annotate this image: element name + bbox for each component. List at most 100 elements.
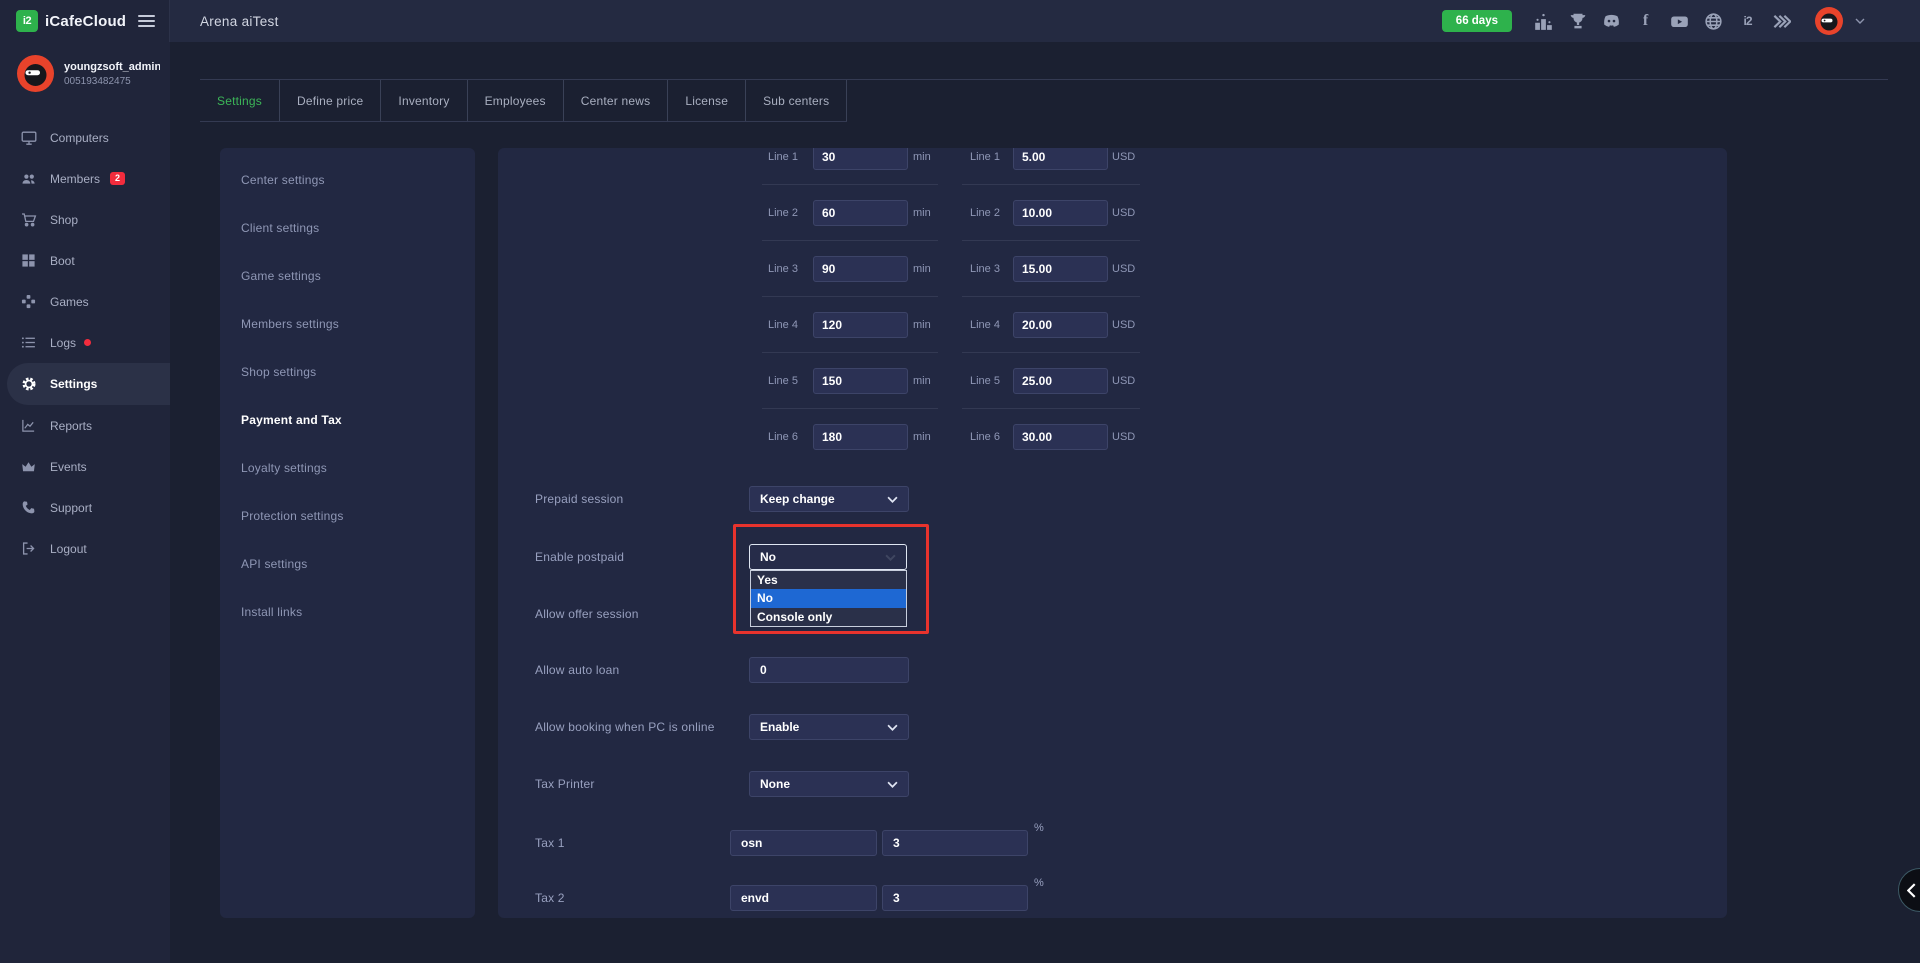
- gear-icon: [21, 376, 37, 392]
- nav-members-settings[interactable]: Members settings: [220, 300, 475, 348]
- minutes-input[interactable]: [813, 312, 908, 338]
- line-label: Line 3: [768, 263, 798, 275]
- windows-icon: [21, 253, 37, 269]
- unit-label: min: [913, 207, 931, 219]
- enable-postpaid-select[interactable]: No: [749, 544, 907, 570]
- license-days-badge[interactable]: 66 days: [1442, 10, 1512, 32]
- sidebar-item-label: Settings: [50, 377, 97, 391]
- sidebar-item-shop[interactable]: Shop: [0, 199, 170, 240]
- chevron-down-icon[interactable]: [1855, 18, 1865, 24]
- minutes-input[interactable]: [813, 148, 908, 170]
- option-yes[interactable]: Yes: [751, 571, 906, 589]
- price-input[interactable]: [1013, 256, 1108, 282]
- sidebar-item-games[interactable]: Games: [0, 281, 170, 322]
- unit-label: min: [913, 319, 931, 331]
- nav-shop-settings[interactable]: Shop settings: [220, 348, 475, 396]
- trophy-icon[interactable]: [1568, 12, 1587, 31]
- minutes-input[interactable]: [813, 256, 908, 282]
- sidebar-item-boot[interactable]: Boot: [0, 240, 170, 281]
- minutes-input[interactable]: [813, 200, 908, 226]
- chevron-down-icon: [887, 781, 898, 788]
- layers-icon[interactable]: [1772, 12, 1791, 31]
- selected-value: None: [760, 777, 790, 791]
- nav-game-settings[interactable]: Game settings: [220, 252, 475, 300]
- youtube-icon[interactable]: [1670, 12, 1689, 31]
- nav-protection-settings[interactable]: Protection settings: [220, 492, 475, 540]
- sidebar-avatar: [17, 55, 54, 92]
- tab-inventory[interactable]: Inventory: [381, 80, 467, 121]
- allow-auto-loan-input[interactable]: [749, 657, 909, 683]
- discord-icon[interactable]: [1602, 12, 1621, 31]
- sidebar-user-block[interactable]: youngzsoft_admin 005193482475: [0, 42, 170, 105]
- sidebar-item-events[interactable]: Events: [0, 446, 170, 487]
- nav-center-settings[interactable]: Center settings: [220, 156, 475, 204]
- tab-employees[interactable]: Employees: [468, 80, 564, 121]
- enable-postpaid-row: Enable postpaid No Yes No Console only: [498, 544, 1727, 570]
- currency-label: USD: [1112, 431, 1135, 443]
- price-input[interactable]: [1013, 312, 1108, 338]
- facebook-icon[interactable]: f: [1636, 12, 1655, 31]
- nav-payment-and-tax[interactable]: Payment and Tax: [220, 396, 475, 444]
- tax-printer-row: Tax Printer None: [498, 771, 1727, 797]
- tax1-rate-input[interactable]: [882, 830, 1028, 856]
- allow-booking-select[interactable]: Enable: [749, 714, 909, 740]
- ranking-icon[interactable]: [1534, 12, 1553, 31]
- sidebar-item-label: Computers: [50, 131, 109, 145]
- hamburger-menu-icon[interactable]: [138, 12, 155, 30]
- option-no[interactable]: No: [751, 589, 906, 607]
- nav-loyalty-settings[interactable]: Loyalty settings: [220, 444, 475, 492]
- nav-api-settings[interactable]: API settings: [220, 540, 475, 588]
- sidebar-item-logs[interactable]: Logs: [0, 322, 170, 363]
- sidebar-item-reports[interactable]: Reports: [0, 405, 170, 446]
- tax-printer-select[interactable]: None: [749, 771, 909, 797]
- line-label: Line 2: [768, 207, 798, 219]
- monitor-icon: [21, 130, 37, 146]
- currency-label: USD: [1112, 319, 1135, 331]
- user-avatar[interactable]: [1815, 7, 1843, 35]
- allow-offer-session-row: Allow offer session: [498, 601, 1727, 627]
- chevron-down-icon: [887, 724, 898, 731]
- tax2-name-input[interactable]: [730, 885, 877, 911]
- members-icon: [21, 171, 37, 187]
- nav-install-links[interactable]: Install links: [220, 588, 475, 636]
- sidebar-item-members[interactable]: Members 2: [0, 158, 170, 199]
- tax2-rate-input[interactable]: [882, 885, 1028, 911]
- sidebar-item-logout[interactable]: Logout: [0, 528, 170, 569]
- nav-client-settings[interactable]: Client settings: [220, 204, 475, 252]
- sidebar-item-computers[interactable]: Computers: [0, 117, 170, 158]
- chart-icon: [21, 418, 37, 434]
- globe-icon[interactable]: [1704, 12, 1723, 31]
- minutes-input[interactable]: [813, 424, 908, 450]
- sidebar-item-support[interactable]: Support: [0, 487, 170, 528]
- minutes-input[interactable]: [813, 368, 908, 394]
- unit-label: min: [913, 263, 931, 275]
- tab-sub-centers[interactable]: Sub centers: [746, 80, 847, 121]
- price-input[interactable]: [1013, 200, 1108, 226]
- field-label: Allow offer session: [535, 607, 639, 621]
- selected-value: Keep change: [760, 492, 835, 506]
- icafecloud-mark-icon[interactable]: i2: [1738, 12, 1757, 31]
- field-label: Allow booking when PC is online: [535, 720, 715, 734]
- tab-license[interactable]: License: [668, 80, 746, 121]
- currency-label: USD: [1112, 375, 1135, 387]
- sidebar-item-label: Logs: [50, 336, 76, 350]
- tab-define-price[interactable]: Define price: [280, 80, 381, 121]
- selected-value: No: [760, 550, 776, 564]
- sidebar-item-label: Shop: [50, 213, 78, 227]
- sidebar-item-label: Games: [50, 295, 89, 309]
- tax2-row: Tax 2 %: [498, 885, 1727, 911]
- settings-nav-panel: Center settings Client settings Game set…: [220, 148, 475, 918]
- unit-label: min: [913, 375, 931, 387]
- price-input[interactable]: [1013, 424, 1108, 450]
- tab-center-news[interactable]: Center news: [564, 80, 669, 121]
- tab-settings[interactable]: Settings: [200, 80, 280, 121]
- center-name: Arena aiTest: [200, 14, 279, 29]
- sidebar-item-settings[interactable]: Settings: [7, 363, 170, 405]
- tax1-name-input[interactable]: [730, 830, 877, 856]
- prepaid-session-select[interactable]: Keep change: [749, 486, 909, 512]
- prepaid-session-row: Prepaid session Keep change: [498, 486, 1727, 512]
- option-console-only[interactable]: Console only: [751, 608, 906, 626]
- line-label: Line 3: [970, 263, 1000, 275]
- price-input[interactable]: [1013, 368, 1108, 394]
- price-input[interactable]: [1013, 148, 1108, 170]
